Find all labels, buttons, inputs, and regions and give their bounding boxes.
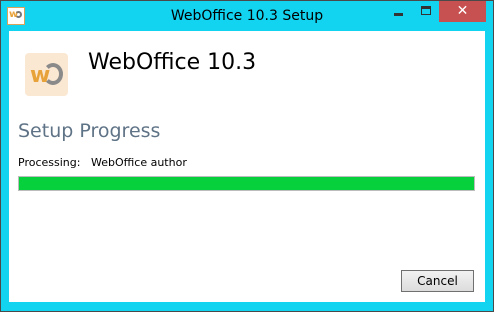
product-title: WebOffice 10.3 <box>88 50 257 75</box>
progress-bar <box>18 176 475 191</box>
setup-content: w WebOffice 10.3 Setup Progress Processi… <box>9 31 485 302</box>
section-title: Setup Progress <box>18 120 161 142</box>
close-icon: ✕ <box>456 3 469 19</box>
maximize-icon <box>421 6 431 15</box>
setup-window: w WebOffice 10.3 Setup ✕ w WebOffice 10.… <box>0 0 494 312</box>
maximize-button[interactable] <box>413 1 439 22</box>
progress-fill <box>19 177 474 190</box>
close-button[interactable]: ✕ <box>439 1 486 22</box>
processing-label: Processing: <box>18 156 81 169</box>
weboffice-logo-icon: w <box>25 53 68 96</box>
minimize-button[interactable] <box>385 1 411 22</box>
processing-value: WebOffice author <box>91 156 187 169</box>
minimize-icon <box>394 13 403 16</box>
cancel-button[interactable]: Cancel <box>401 270 474 292</box>
title-bar[interactable]: w WebOffice 10.3 Setup ✕ <box>1 1 493 31</box>
